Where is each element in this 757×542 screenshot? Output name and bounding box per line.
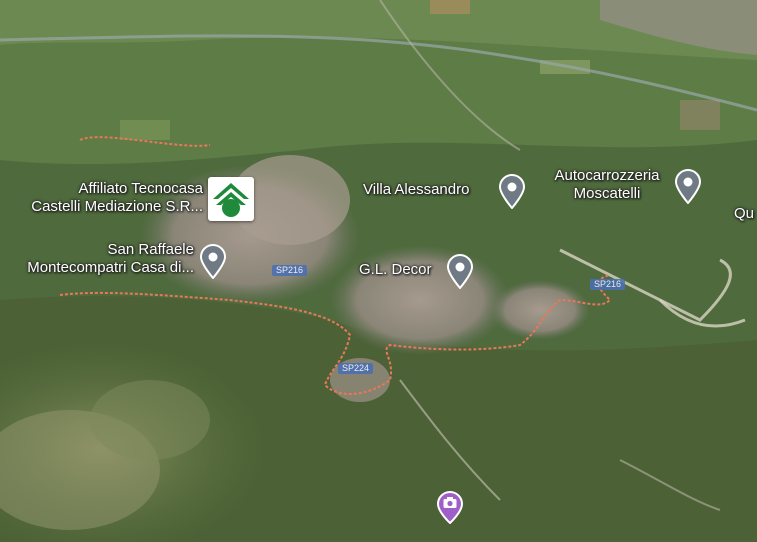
gray-pin-icon[interactable] <box>497 173 527 209</box>
place-line: Affiliato Tecnocasa <box>78 180 203 197</box>
place-label-truncated[interactable]: Qu <box>734 205 754 223</box>
gray-pin-icon[interactable] <box>445 253 475 289</box>
place-line: Moscatelli <box>573 185 641 202</box>
road-label-sp224: SP224 <box>338 363 374 374</box>
tecnocasa-logo-icon[interactable] <box>208 177 254 221</box>
place-line: G.L. Decor <box>359 261 432 278</box>
place-line: Qu <box>734 205 755 222</box>
place-label-tecnocasa[interactable]: Affiliato Tecnocasa Castelli Mediazione … <box>0 180 203 216</box>
place-line: Castelli Mediazione S.R... <box>31 198 203 215</box>
road-label-sp216-west: SP216 <box>272 265 308 276</box>
place-label-san-raffaele[interactable]: San Raffaele Montecompatri Casa di... <box>0 241 194 277</box>
place-label-gl-decor[interactable]: G.L. Decor <box>359 261 432 279</box>
place-line: Autocarrozzeria <box>554 167 660 184</box>
place-label-villa-alessandro[interactable]: Villa Alessandro <box>363 181 469 199</box>
road-label-sp216-east: SP216 <box>590 279 626 290</box>
map-canvas[interactable]: SP216 SP216 SP224 Affiliato Tecnocasa Ca… <box>0 0 757 542</box>
gray-pin-icon[interactable] <box>673 168 703 204</box>
place-line: Montecompatri Casa di... <box>27 259 194 276</box>
place-line: Villa Alessandro <box>363 181 470 198</box>
place-line: San Raffaele <box>107 241 194 258</box>
camera-pin-icon[interactable] <box>435 488 465 524</box>
place-label-autocarrozzeria[interactable]: Autocarrozzeria Moscatelli <box>540 167 674 203</box>
gray-pin-icon[interactable] <box>198 243 228 279</box>
